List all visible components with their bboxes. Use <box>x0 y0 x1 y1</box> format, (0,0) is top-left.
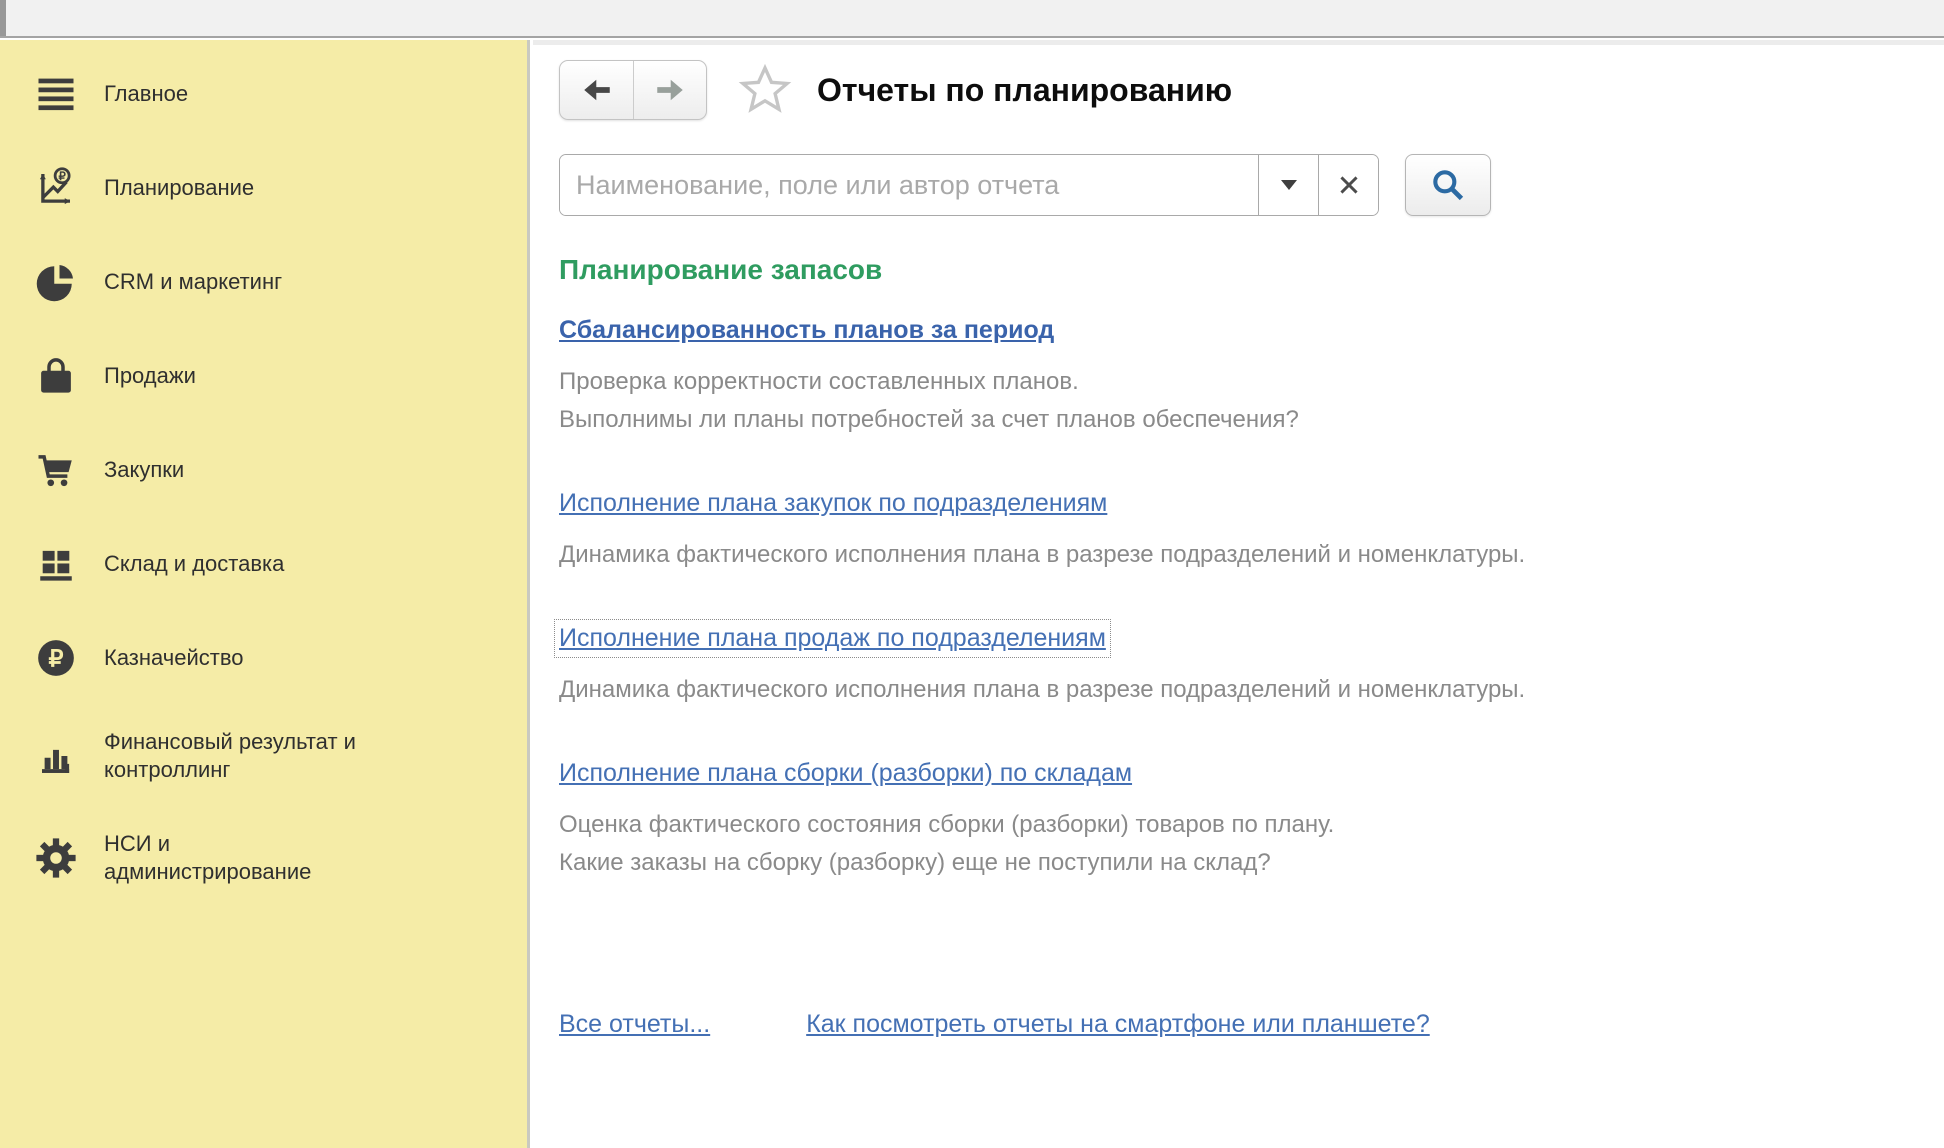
report-entry: Исполнение плана продаж по подразделения… <box>559 624 1934 709</box>
sidebar-item-label: Казначейство <box>104 644 244 672</box>
report-description-line: Динамика фактического исполнения плана в… <box>559 536 1934 574</box>
report-entry: Исполнение плана сборки (разборки) по ск… <box>559 759 1934 882</box>
history-nav-group <box>559 60 707 120</box>
footer-link[interactable]: Все отчеты... <box>559 1010 710 1039</box>
report-entry: Сбалансированность планов за период Пров… <box>559 316 1934 439</box>
window-tab[interactable]: Изменены правила учета курсовых разниц <box>4 0 6 36</box>
page-title: Отчеты по планированию <box>817 72 1232 109</box>
back-button[interactable] <box>560 61 633 119</box>
sidebar-item-label: Главное <box>104 80 188 108</box>
report-description: Оценка фактического состояния сборки (ра… <box>559 806 1934 882</box>
sidebar-item-label: Планирование <box>104 174 254 202</box>
sidebar-item[interactable]: Склад и доставка <box>0 540 527 588</box>
report-description: Динамика фактического исполнения плана в… <box>559 536 1934 574</box>
search-icon <box>1429 166 1467 204</box>
sidebar-item[interactable]: Закупки <box>0 446 527 494</box>
sections-sidebar: Главное ₽ Планирование CRM и маркетинг П… <box>0 40 530 1148</box>
chevron-down-icon <box>1281 180 1297 190</box>
svg-text:₽: ₽ <box>59 171 66 183</box>
forward-button[interactable] <box>633 61 706 119</box>
content-top-strip <box>533 40 1944 45</box>
search-clear-button[interactable] <box>1318 155 1378 215</box>
sidebar-item[interactable]: ₽ Казначейство <box>0 634 527 682</box>
report-search-row <box>559 154 1934 216</box>
report-description-line: Оценка фактического состояния сборки (ра… <box>559 806 1934 844</box>
sidebar-item[interactable]: CRM и маркетинг <box>0 258 527 306</box>
footer-link[interactable]: Как посмотреть отчеты на смартфоне или п… <box>806 1010 1430 1039</box>
sidebar-item-label: Закупки <box>104 456 184 484</box>
main-content: Отчеты по планированию Планирование запа… <box>533 40 1944 1148</box>
report-description-line: Выполнимы ли планы потребностей за счет … <box>559 401 1934 439</box>
sidebar-item[interactable]: Главное <box>0 70 527 118</box>
sidebar-item[interactable]: Финансовый результат и контроллинг <box>0 728 527 784</box>
close-icon <box>1338 174 1360 196</box>
sidebar-item-label: Финансовый результат и контроллинг <box>104 728 356 784</box>
report-link[interactable]: Исполнение плана закупок по подразделени… <box>559 489 1107 518</box>
sidebar-item[interactable]: НСИ и администрирование <box>0 830 527 886</box>
back-arrow-icon <box>580 73 614 107</box>
sidebar-item-label: Склад и доставка <box>104 550 284 578</box>
svg-text:₽: ₽ <box>48 646 63 672</box>
report-description-line: Динамика фактического исполнения плана в… <box>559 671 1934 709</box>
sidebar-item-label: CRM и маркетинг <box>104 268 282 296</box>
report-link[interactable]: Исполнение плана продаж по подразделения… <box>559 624 1106 653</box>
sidebar-item[interactable]: ₽ Планирование <box>0 164 527 212</box>
report-description: Динамика фактического исполнения плана в… <box>559 671 1934 709</box>
report-description: Проверка корректности составленных плано… <box>559 363 1934 439</box>
report-link[interactable]: Сбалансированность планов за период <box>559 316 1054 345</box>
window-tab-bar: Начальная страница Монитор Портала 1С:ИТ… <box>0 0 1944 38</box>
report-entry: Исполнение плана закупок по подразделени… <box>559 489 1934 574</box>
sidebar-item-label: Продажи <box>104 362 196 390</box>
report-description-line: Какие заказы на сборку (разборку) еще не… <box>559 844 1934 882</box>
report-list: Сбалансированность планов за период Пров… <box>559 316 1934 882</box>
report-link[interactable]: Исполнение плана сборки (разборки) по ск… <box>559 759 1132 788</box>
search-box <box>559 154 1379 216</box>
favorites-star-button[interactable] <box>737 62 793 118</box>
sidebar-item-label: НСИ и администрирование <box>104 830 311 886</box>
sidebar-item[interactable]: Продажи <box>0 352 527 400</box>
section-title: Планирование запасов <box>559 254 1934 286</box>
search-history-dropdown-button[interactable] <box>1258 155 1318 215</box>
forward-arrow-icon <box>653 73 687 107</box>
page-header: Отчеты по планированию <box>559 60 1934 120</box>
footer-links: Все отчеты... Как посмотреть отчеты на см… <box>559 1010 1934 1039</box>
search-button[interactable] <box>1405 154 1491 216</box>
search-input[interactable] <box>560 155 1258 215</box>
star-icon <box>738 63 792 117</box>
report-description-line: Проверка корректности составленных плано… <box>559 363 1934 401</box>
